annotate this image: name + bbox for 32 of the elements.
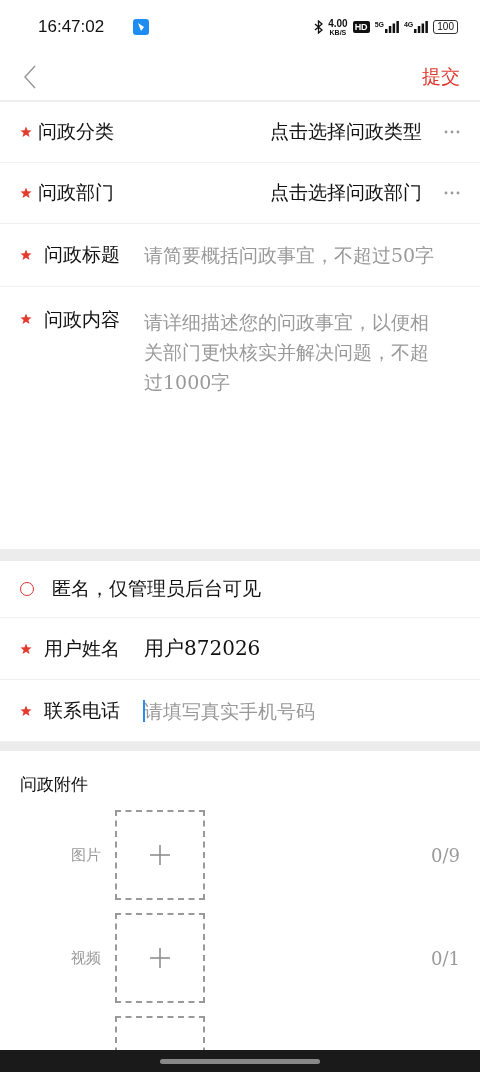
home-indicator[interactable] — [160, 1058, 320, 1064]
battery-icon: 100 — [433, 20, 458, 34]
more-icon[interactable] — [444, 130, 460, 134]
field-label: 问政分类 — [38, 119, 115, 144]
signal-icon — [384, 21, 399, 33]
signal-icon — [414, 21, 429, 33]
upload-button[interactable] — [115, 810, 205, 900]
field-label: 用户姓名 — [44, 635, 121, 661]
anonymous-label: 匿名，仅管理员后台可见 — [52, 576, 261, 601]
field-label: 问政内容 — [44, 307, 121, 332]
status-time: 16:47:02 — [38, 17, 105, 37]
submit-button[interactable]: 提交 — [422, 64, 460, 90]
field-label: 联系电话 — [44, 697, 121, 723]
attachment-type-label: 视频 — [71, 948, 101, 968]
network-speed: 4.00 — [328, 18, 348, 29]
section-title: 问政附件 — [20, 773, 89, 796]
input-field[interactable]: 请简要概括问政事宜，不超过50字 — [144, 244, 460, 266]
plus-icon — [150, 845, 170, 865]
app-notification-icon — [133, 19, 150, 35]
attachment-type-label: 图片 — [71, 845, 101, 865]
plus-icon — [150, 948, 170, 968]
attachment-count: 0/1 — [431, 947, 460, 969]
more-icon[interactable] — [444, 191, 460, 195]
name-value: 用户872026 — [144, 635, 261, 662]
select-field[interactable]: 点击选择问政类型 — [270, 119, 422, 145]
field-label: 问政标题 — [44, 242, 121, 267]
select-field[interactable]: 点击选择问政部门 — [270, 180, 422, 206]
upload-button[interactable] — [115, 913, 205, 1003]
field-label: 问政部门 — [38, 180, 115, 205]
bluetooth-icon — [314, 20, 324, 34]
hd-badge: HD — [352, 21, 370, 33]
attachment-count: 0/9 — [431, 844, 460, 866]
